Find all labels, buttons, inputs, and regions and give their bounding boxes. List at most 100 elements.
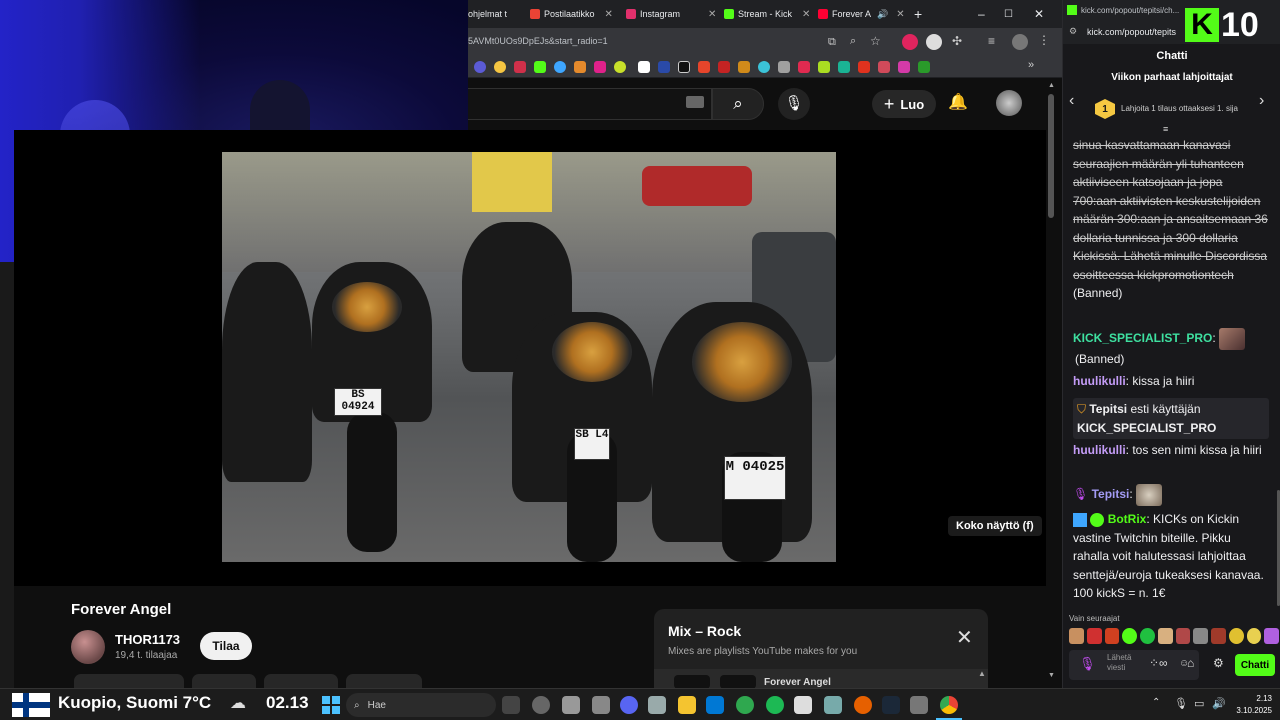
- bookmark-star-icon[interactable]: ☆: [870, 34, 881, 48]
- minimize-button[interactable]: –: [978, 4, 985, 24]
- bookmark-icon[interactable]: [818, 61, 830, 73]
- emote-icon[interactable]: [1157, 628, 1173, 644]
- bookmark-icon[interactable]: [698, 61, 710, 73]
- tab-ohjelmat[interactable]: ohjelmat t ✕: [468, 4, 518, 24]
- url-text[interactable]: 5AVMt0UOs9DpEJs&start_radio=1: [468, 36, 608, 46]
- scroll-down-icon[interactable]: ▼: [1048, 672, 1055, 679]
- channel-avatar[interactable]: [71, 630, 105, 664]
- bookmark-icon[interactable]: [658, 61, 670, 73]
- emote-icon[interactable]: [1193, 628, 1208, 644]
- account-avatar[interactable]: [996, 90, 1022, 116]
- microphone-tray-icon[interactable]: 🎙: [1174, 697, 1188, 710]
- new-tab-button[interactable]: +: [914, 4, 922, 24]
- zoom-icon[interactable]: ⌕: [850, 35, 856, 48]
- create-button[interactable]: + Luo: [872, 90, 936, 118]
- profile-avatar[interactable]: [1012, 34, 1028, 50]
- chat-tab-title[interactable]: Chatti: [1063, 50, 1280, 62]
- more-bookmarks-icon[interactable]: »: [1028, 59, 1034, 71]
- emote-icon[interactable]: [1175, 628, 1191, 644]
- kick-url[interactable]: kick.com/popout/tepits: [1087, 27, 1176, 37]
- media-control-icon[interactable]: ≡: [988, 34, 995, 48]
- bookmark-icon[interactable]: [838, 61, 850, 73]
- audio-icon[interactable]: 🔊: [877, 9, 888, 20]
- microphone-icon[interactable]: 🎙: [778, 88, 810, 120]
- bookmark-icon[interactable]: [614, 61, 626, 73]
- subscribe-button[interactable]: Tilaa: [200, 632, 252, 660]
- tray-overflow-icon[interactable]: ⌃: [1152, 697, 1160, 708]
- chat-send-button[interactable]: Chatti: [1235, 654, 1275, 676]
- bookmark-icon[interactable]: [514, 61, 526, 73]
- share-button[interactable]: [192, 674, 256, 688]
- discord-icon[interactable]: [620, 696, 638, 714]
- taskbar-app-icon[interactable]: [532, 696, 550, 714]
- display-icon[interactable]: ▭: [1194, 697, 1204, 710]
- bookmark-icon[interactable]: [594, 61, 606, 73]
- file-explorer-icon[interactable]: [678, 696, 696, 714]
- tab-kick[interactable]: Stream - Kick ✕: [724, 4, 816, 24]
- bookmark-icon[interactable]: [534, 61, 546, 73]
- bookmark-icon[interactable]: [574, 61, 586, 73]
- store-icon[interactable]: ⌂: [1187, 656, 1194, 670]
- scrollbar-thumb[interactable]: [1048, 94, 1054, 218]
- search-input[interactable]: [468, 88, 712, 120]
- chevron-right-icon[interactable]: ›: [1259, 92, 1264, 110]
- bookmark-icon[interactable]: [718, 61, 730, 73]
- spotify-icon[interactable]: [766, 696, 784, 714]
- bookmark-icon[interactable]: [554, 61, 566, 73]
- tab-postilaatikko[interactable]: Postilaatikko ✕: [530, 4, 622, 24]
- extensions-puzzle-icon[interactable]: ✣: [952, 34, 962, 48]
- chat-input[interactable]: 🎙 Lähetä viesti ☺: [1069, 650, 1199, 680]
- steam-icon[interactable]: [882, 696, 900, 714]
- close-window-button[interactable]: ✕: [1034, 4, 1044, 24]
- scroll-arrow-icon[interactable]: ▲: [978, 669, 986, 678]
- cast-icon[interactable]: ⧉: [828, 36, 836, 49]
- edge-icon[interactable]: [736, 696, 754, 714]
- close-icon[interactable]: ✕: [605, 9, 613, 20]
- search-button[interactable]: ⌕: [712, 88, 764, 120]
- like-button[interactable]: [74, 674, 184, 688]
- taskbar-app-icon[interactable]: [502, 696, 520, 714]
- emote-icon[interactable]: [1069, 628, 1084, 644]
- bookmark-icon[interactable]: [918, 61, 930, 73]
- bookmark-icon[interactable]: [758, 61, 770, 73]
- page-scrollbar[interactable]: ▲ ▼: [1046, 82, 1056, 686]
- emote-icon[interactable]: [1211, 628, 1226, 644]
- emote-icon[interactable]: [1228, 628, 1244, 644]
- playlist-item[interactable]: Forever Angel: [654, 669, 988, 689]
- microphone-icon[interactable]: 🎙: [1079, 656, 1096, 672]
- outlook-icon[interactable]: [706, 696, 724, 714]
- close-icon[interactable]: ✕: [802, 9, 810, 20]
- channel-name[interactable]: THOR1173: [115, 632, 180, 647]
- bookmark-icon[interactable]: [738, 61, 750, 73]
- chrome-icon[interactable]: [940, 696, 958, 714]
- chat-username[interactable]: Tepitsi: [1092, 487, 1130, 501]
- bookmark-icon[interactable]: [474, 61, 486, 73]
- taskbar-app-icon[interactable]: [910, 696, 928, 714]
- system-clock[interactable]: 2.13 3.10.2025: [1236, 693, 1272, 717]
- close-icon[interactable]: ✕: [956, 625, 973, 650]
- emote-icon[interactable]: [1122, 628, 1137, 644]
- banned-user[interactable]: KICK_SPECIALIST_PRO: [1077, 421, 1216, 435]
- taskbar-search-input[interactable]: ⌕ Hae: [346, 693, 496, 717]
- maximize-button[interactable]: ☐: [1004, 4, 1013, 24]
- emote-icon[interactable]: [1264, 628, 1279, 644]
- close-icon[interactable]: ✕: [708, 9, 716, 20]
- bookmark-icon[interactable]: [858, 61, 870, 73]
- tab-forever-angel[interactable]: Forever A 🔊 ✕: [818, 4, 906, 24]
- scroll-up-icon[interactable]: ▲: [1048, 82, 1055, 89]
- chevron-left-icon[interactable]: ‹: [1069, 92, 1074, 110]
- taskbar-app-icon[interactable]: [592, 696, 610, 714]
- taskbar-app-icon[interactable]: [562, 696, 580, 714]
- volume-icon[interactable]: 🔊: [1212, 697, 1226, 710]
- taskbar-app-icon[interactable]: [794, 696, 812, 714]
- gift-prompt[interactable]: Lahjoita 1 tilaus ottaaksesi 1. sija: [1121, 104, 1238, 113]
- bookmark-icon[interactable]: [638, 61, 650, 73]
- bookmark-icon[interactable]: [878, 61, 890, 73]
- emote-icon[interactable]: [1140, 628, 1155, 644]
- notifications-bell-icon[interactable]: 🔔: [948, 92, 968, 112]
- bookmark-icon[interactable]: [898, 61, 910, 73]
- tab-instagram[interactable]: Instagram ✕: [626, 4, 722, 24]
- bookmark-icon[interactable]: [778, 61, 790, 73]
- moderator-name[interactable]: Tepitsi: [1089, 402, 1127, 416]
- emote-icon[interactable]: [1246, 628, 1262, 644]
